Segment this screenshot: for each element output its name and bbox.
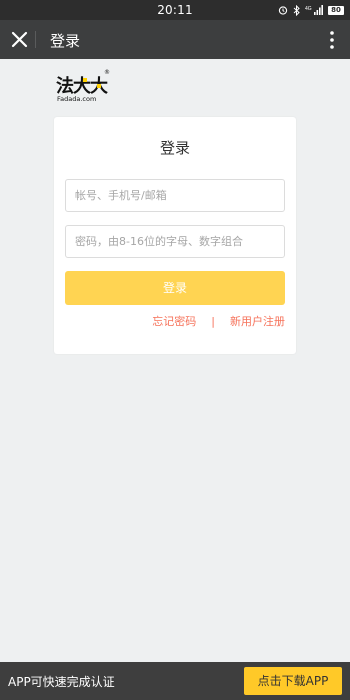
title-bar: 登录 xyxy=(0,20,350,59)
app-promo-text: APP可快速完成认证 xyxy=(8,675,115,689)
bluetooth-icon xyxy=(293,4,300,16)
login-card-title: 登录 xyxy=(159,139,190,157)
alarm-icon xyxy=(278,6,288,15)
register-link[interactable]: 新用户注册 xyxy=(230,313,285,329)
title-divider xyxy=(35,31,36,48)
close-icon xyxy=(11,31,28,48)
login-card: 登录 登录 忘记密码 | 新用户注册 xyxy=(54,117,296,354)
status-bar: 20:11 4G 80 xyxy=(0,0,350,20)
signal-4g-icon: 4G xyxy=(305,5,323,15)
account-input[interactable] xyxy=(65,179,285,212)
download-app-button[interactable]: 点击下载APP xyxy=(244,667,342,695)
link-separator: | xyxy=(211,314,215,328)
more-button[interactable] xyxy=(326,28,338,52)
close-button[interactable] xyxy=(6,26,33,53)
brand-logo-domain: Fadada.com xyxy=(57,95,96,103)
svg-text:4G: 4G xyxy=(305,6,312,12)
battery-icon: 80 xyxy=(328,5,344,15)
auth-links: 忘记密码 | 新用户注册 xyxy=(152,313,285,329)
brand-logo: 法大大 Fadada.com ® xyxy=(55,66,113,104)
login-button[interactable]: 登录 xyxy=(65,271,285,305)
more-vertical-icon xyxy=(330,31,334,49)
forgot-password-link[interactable]: 忘记密码 xyxy=(152,313,196,329)
app-promo-bar: APP可快速完成认证 点击下载APP xyxy=(0,662,350,700)
password-input[interactable] xyxy=(65,225,285,258)
status-icons: 4G 80 xyxy=(278,4,344,16)
page-title: 登录 xyxy=(50,32,81,50)
registered-mark: ® xyxy=(104,69,110,76)
